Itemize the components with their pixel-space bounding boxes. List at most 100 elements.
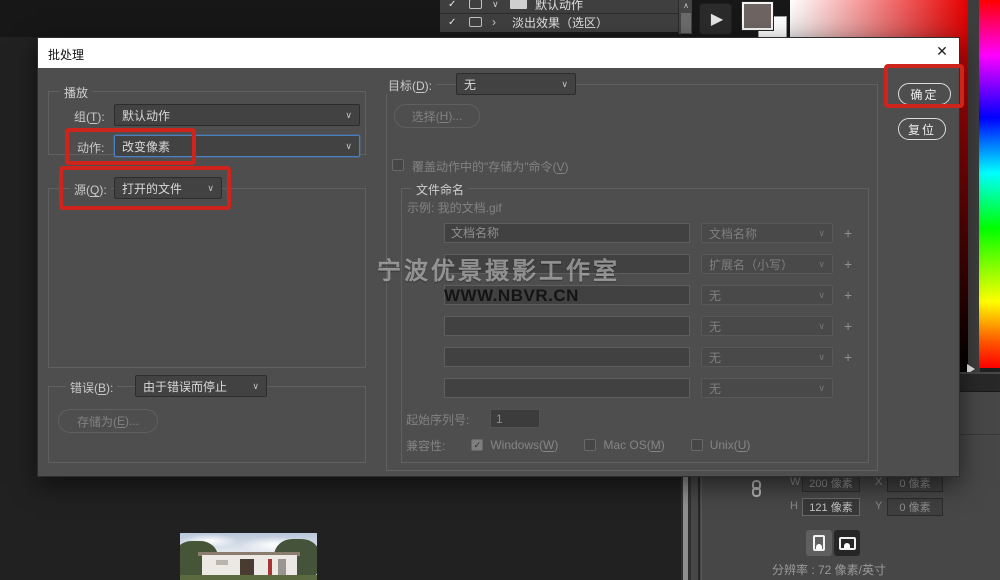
set-select-value: 默认动作 (122, 107, 170, 124)
source-select[interactable]: 打开的文件 ∨ (114, 177, 222, 199)
play-action-button[interactable]: ▶ (699, 3, 732, 35)
chevron-down-icon: ∨ (818, 321, 825, 332)
x-label: X (875, 476, 882, 488)
compatibility-row: 兼容性: ✓ Windows(W) Mac OS(M) Unix(U) (406, 437, 750, 453)
chevron-down-icon[interactable]: ∨ (492, 0, 504, 10)
watermark-url: WWW.NBVR.CN (444, 286, 579, 306)
naming-select-value: 无 (709, 380, 721, 397)
source-label: 源(Q): (70, 181, 111, 198)
color-picker-hue-slider[interactable] (979, 0, 1000, 368)
action-label: 动作: (77, 139, 104, 156)
width-label: W (790, 476, 800, 488)
naming-select-4[interactable]: 无 ∨ (701, 316, 833, 336)
save-as-button[interactable]: 存储为(E)... (58, 409, 158, 433)
play-icon: ▶ (711, 9, 723, 29)
windows-checkbox[interactable]: ✓ (471, 439, 483, 451)
naming-select-value: 无 (709, 287, 721, 304)
close-icon[interactable]: ✕ (931, 43, 953, 63)
ok-button[interactable]: 确定 (898, 83, 951, 105)
scroll-up-icon[interactable]: ∧ (679, 1, 693, 10)
naming-input-1[interactable] (444, 223, 690, 243)
chevron-down-icon: ∨ (345, 110, 352, 121)
unix-label: Unix(U) (710, 438, 751, 452)
errors-select[interactable]: 由于错误而停止 ∨ (135, 375, 267, 397)
choose-button[interactable]: 选择(H)... (394, 104, 480, 128)
chevron-down-icon: ∨ (561, 79, 568, 90)
photoshop-workspace: ✓ ∨ 默认动作 ✓ › 淡出效果（选区） ∧ ▶ W 200 像素 X 0 像… (0, 0, 1000, 580)
naming-select-value: 扩展名（小写） (709, 256, 793, 273)
chevron-down-icon: ∨ (818, 383, 825, 394)
play-group-legend: 播放 (60, 84, 92, 101)
landscape-icon (839, 537, 856, 550)
compat-label: 兼容性: (406, 437, 445, 454)
naming-select-3[interactable]: 无 ∨ (701, 285, 833, 305)
source-groupbox (48, 188, 366, 368)
actions-panel: ✓ ∨ 默认动作 ✓ › 淡出效果（选区） (440, 0, 678, 34)
portrait-icon (813, 535, 825, 551)
action-item-label: 淡出效果（选区） (512, 14, 608, 31)
chevron-right-icon[interactable]: › (492, 15, 504, 29)
watermark-studio-name: 宁波优景摄影工作室 (377, 251, 620, 286)
resolution-text: 分辨率 : 72 像素/英寸 (772, 561, 886, 578)
dialog-titlebar: 批处理 ✕ (38, 38, 959, 68)
actions-row-default-set[interactable]: ✓ ∨ 默认动作 (440, 0, 678, 12)
canvas-scrollbar-thumb[interactable] (683, 474, 688, 580)
naming-input-5[interactable] (444, 347, 690, 367)
action-select-value: 改变像素 (122, 138, 170, 155)
dialog-toggle-icon[interactable] (469, 0, 482, 9)
folder-icon (510, 0, 527, 9)
foreground-color-swatch[interactable] (742, 2, 773, 30)
actions-scrollbar[interactable]: ∧ (678, 0, 692, 34)
serial-input[interactable] (490, 409, 540, 428)
link-dimensions-icon[interactable] (752, 480, 761, 497)
y-field[interactable]: 0 像素 (887, 498, 943, 516)
errors-label: 错误(B): (66, 379, 117, 396)
chevron-down-icon: ∨ (818, 228, 825, 239)
compat-macos[interactable]: Mac OS(M) (584, 438, 664, 452)
naming-example: 示例: 我的文档.gif (407, 199, 502, 216)
macos-checkbox[interactable] (584, 439, 596, 451)
landscape-orientation-button[interactable] (834, 530, 860, 556)
document-thumbnail-house (180, 533, 317, 580)
override-checkbox[interactable] (392, 159, 404, 171)
chevron-down-icon: ∨ (252, 381, 259, 392)
action-select[interactable]: 改变像素 ∨ (114, 135, 360, 157)
naming-plus: + (844, 318, 852, 334)
destination-select[interactable]: 无 ∨ (456, 73, 576, 95)
naming-plus: + (844, 256, 852, 272)
naming-input-6[interactable] (444, 378, 690, 398)
naming-select-value: 文档名称 (709, 225, 757, 242)
actions-row-fade-effect[interactable]: ✓ › 淡出效果（选区） (440, 14, 678, 30)
dialog-toggle-icon[interactable] (469, 17, 482, 27)
reset-button[interactable]: 复位 (898, 118, 946, 140)
compat-unix[interactable]: Unix(U) (691, 438, 751, 452)
height-field[interactable]: 121 像素 (802, 498, 860, 516)
naming-select-6[interactable]: 无 ∨ (701, 378, 833, 398)
naming-plus: + (844, 225, 852, 241)
unix-checkbox[interactable] (691, 439, 703, 451)
naming-select-1[interactable]: 文档名称 ∨ (701, 223, 833, 243)
y-label: Y (875, 500, 882, 512)
naming-plus: + (844, 287, 852, 303)
check-icon[interactable]: ✓ (448, 17, 460, 28)
chevron-down-icon: ∨ (818, 259, 825, 270)
chevron-down-icon: ∨ (818, 290, 825, 301)
source-select-value: 打开的文件 (122, 180, 182, 197)
set-label: 组(T): (74, 108, 105, 125)
naming-select-value: 无 (709, 349, 721, 366)
height-label: H (790, 500, 798, 512)
destination-select-value: 无 (464, 76, 476, 93)
chevron-down-icon: ∨ (345, 141, 352, 152)
naming-select-5[interactable]: 无 ∨ (701, 347, 833, 367)
errors-select-value: 由于错误而停止 (143, 378, 227, 395)
set-select[interactable]: 默认动作 ∨ (114, 104, 360, 126)
serial-label: 起始序列号: (406, 411, 469, 428)
check-icon[interactable]: ✓ (448, 0, 460, 10)
naming-select-value: 无 (709, 318, 721, 335)
naming-plus: + (844, 349, 852, 365)
naming-input-4[interactable] (444, 316, 690, 336)
naming-select-2[interactable]: 扩展名（小写） ∨ (701, 254, 833, 274)
portrait-orientation-button[interactable] (806, 530, 832, 556)
compat-windows[interactable]: ✓ Windows(W) (471, 438, 558, 452)
scrollbar-thumb[interactable] (681, 13, 691, 33)
